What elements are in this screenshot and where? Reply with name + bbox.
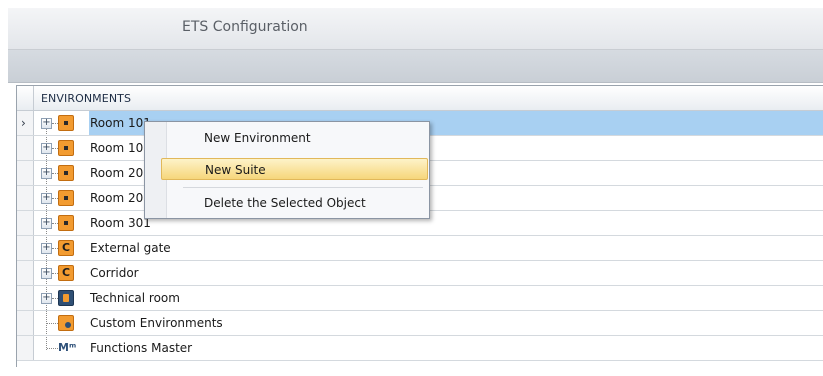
title-bar: ETS Configuration <box>8 8 823 50</box>
row-indicator[interactable] <box>17 161 34 185</box>
expand-icon[interactable]: + <box>41 118 52 129</box>
corridor-icon: C <box>58 240 74 256</box>
menu-separator <box>183 187 423 188</box>
column-header-environments[interactable]: ENVIRONMENTS <box>41 92 131 105</box>
expand-icon[interactable]: + <box>41 218 52 229</box>
expand-icon[interactable]: + <box>41 168 52 179</box>
row-label: Room 301 <box>90 216 151 230</box>
tree-connector <box>47 323 58 324</box>
expand-icon[interactable]: + <box>41 268 52 279</box>
corridor-icon: C <box>58 265 74 281</box>
tree-row-functions-master[interactable]: Mᵐ Functions Master <box>17 336 823 361</box>
row-label: Room 102 <box>90 141 151 155</box>
room-icon <box>58 215 74 231</box>
header-corner <box>17 86 34 111</box>
tree-row-corridor[interactable]: + C Corridor <box>17 261 823 286</box>
row-indicator[interactable] <box>17 311 34 335</box>
room-icon <box>58 190 74 206</box>
row-label: Room 101 <box>90 116 151 130</box>
menu-item-new-environment[interactable]: New Environment <box>169 127 427 149</box>
row-indicator[interactable] <box>17 186 34 210</box>
grid-header: ENVIRONMENTS <box>17 86 823 111</box>
row-label: Room 202 <box>90 191 151 205</box>
toolbar-strip <box>8 50 823 83</box>
room-icon <box>58 165 74 181</box>
expand-icon[interactable]: + <box>41 193 52 204</box>
row-label: Technical room <box>90 291 180 305</box>
row-label: Corridor <box>90 266 139 280</box>
row-label: Custom Environments <box>90 316 223 330</box>
tree-row-custom-environments[interactable]: Custom Environments <box>17 311 823 336</box>
row-label: Room 201 <box>90 166 151 180</box>
tree-connector <box>47 348 58 349</box>
row-indicator[interactable] <box>17 211 34 235</box>
row-indicator[interactable] <box>17 236 34 260</box>
row-label: External gate <box>90 241 171 255</box>
functions-master-icon: Mᵐ <box>58 341 77 354</box>
row-label: Functions Master <box>90 341 193 355</box>
room-icon <box>58 115 74 131</box>
context-menu: New Environment New Suite Delete the Sel… <box>144 121 430 219</box>
room-icon <box>58 140 74 156</box>
expand-icon[interactable]: + <box>41 143 52 154</box>
menu-item-delete-selected-object[interactable]: Delete the Selected Object <box>169 192 427 214</box>
tree-row-technical-room[interactable]: + Technical room <box>17 286 823 311</box>
expand-icon[interactable]: + <box>41 293 52 304</box>
row-indicator[interactable] <box>17 286 34 310</box>
row-indicator[interactable]: › <box>17 111 34 135</box>
row-indicator[interactable] <box>17 336 34 360</box>
current-row-arrow-icon: › <box>21 116 26 130</box>
menu-item-new-suite[interactable]: New Suite <box>161 158 428 180</box>
custom-environment-icon <box>58 315 74 331</box>
row-indicator[interactable] <box>17 261 34 285</box>
expand-icon[interactable]: + <box>41 243 52 254</box>
technical-room-icon <box>58 290 74 306</box>
window-title: ETS Configuration <box>182 19 308 35</box>
row-indicator[interactable] <box>17 136 34 160</box>
tree-row-external-gate[interactable]: + C External gate <box>17 236 823 261</box>
